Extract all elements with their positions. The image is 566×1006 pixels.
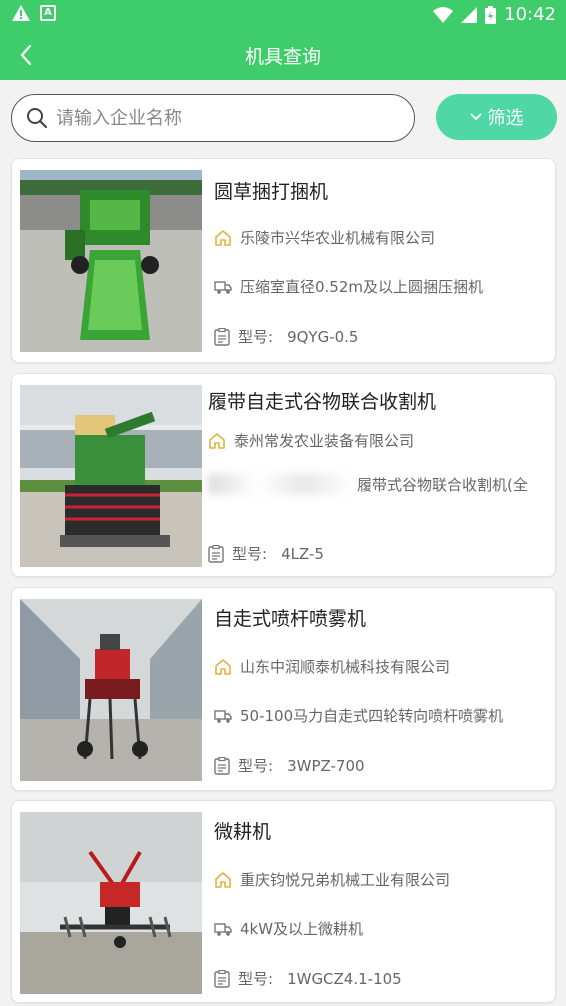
item-name: 圆草捆打捆机	[214, 181, 329, 203]
model-label: 型号:	[232, 545, 268, 563]
model-value: 4LZ-5	[281, 544, 324, 563]
document-icon	[214, 969, 230, 988]
filter-button[interactable]: 筛选	[436, 94, 557, 140]
list-item[interactable]: 自走式喷杆喷雾机 山东中润顺泰机械科技有限公司 50-100马力自走式四轮转向喷…	[11, 587, 556, 791]
home-icon	[215, 871, 231, 888]
list-item[interactable]: 微耕机 重庆钧悦兄弟机械工业有限公司 4kW及以上微耕机 型号: 1WGCZ4.…	[11, 800, 556, 1003]
model-label: 型号:	[238, 970, 274, 988]
company-name: 泰州常发农业装备有限公司	[234, 432, 415, 450]
document-icon	[214, 327, 230, 346]
clock: 10:42	[504, 4, 556, 25]
company-name: 乐陵市兴华农业机械有限公司	[240, 229, 436, 247]
redacted-text	[208, 473, 353, 495]
warning-icon	[12, 5, 30, 21]
document-icon	[214, 756, 230, 775]
model-label: 型号:	[238, 328, 274, 346]
page-title: 机具查询	[244, 46, 321, 68]
list-item[interactable]: 履带自走式谷物联合收割机 泰州常发农业装备有限公司 履带式谷物联合收割机(全 型…	[11, 373, 556, 577]
model-value: 1WGCZ4.1-105	[287, 969, 402, 988]
search-box[interactable]	[11, 94, 415, 142]
chevron-down-icon	[469, 113, 482, 121]
search-icon	[27, 108, 48, 129]
home-icon	[209, 432, 225, 449]
signal-icon	[461, 6, 478, 23]
wifi-icon	[433, 6, 454, 23]
model-label: 型号:	[238, 757, 274, 775]
home-icon	[215, 658, 231, 675]
machine-photo	[20, 385, 202, 567]
document-icon	[208, 544, 224, 563]
item-name: 自走式喷杆喷雾机	[214, 608, 367, 630]
model-value: 3WPZ-700	[287, 756, 365, 775]
search-input[interactable]	[56, 103, 396, 133]
home-icon	[215, 229, 231, 246]
status-bar: A 10:42	[0, 0, 566, 30]
app-notification-icon: A	[40, 5, 56, 21]
item-description: 履带式谷物联合收割机(全	[357, 475, 528, 494]
truck-icon	[214, 709, 232, 723]
company-name: 山东中润顺泰机械科技有限公司	[240, 658, 451, 676]
list-item[interactable]: 圆草捆打捆机 乐陵市兴华农业机械有限公司 压缩室直径0.52m及以上圆捆压捆机 …	[11, 158, 556, 363]
company-name: 重庆钧悦兄弟机械工业有限公司	[240, 871, 451, 889]
app-bar: 机具查询	[0, 30, 566, 80]
battery-icon	[485, 5, 497, 24]
truck-icon	[214, 922, 232, 936]
item-description: 50-100马力自走式四轮转向喷杆喷雾机	[240, 707, 504, 725]
item-name: 微耕机	[214, 821, 272, 843]
machine-photo	[20, 812, 202, 994]
item-description: 4kW及以上微耕机	[240, 920, 364, 938]
model-value: 9QYG-0.5	[287, 327, 359, 346]
filter-label: 筛选	[487, 108, 524, 129]
machine-photo	[20, 170, 202, 352]
truck-icon	[214, 280, 232, 294]
item-name: 履带自走式谷物联合收割机	[208, 391, 437, 413]
item-description: 压缩室直径0.52m及以上圆捆压捆机	[240, 278, 484, 296]
machine-photo	[20, 599, 202, 781]
search-row: 筛选	[0, 80, 566, 156]
